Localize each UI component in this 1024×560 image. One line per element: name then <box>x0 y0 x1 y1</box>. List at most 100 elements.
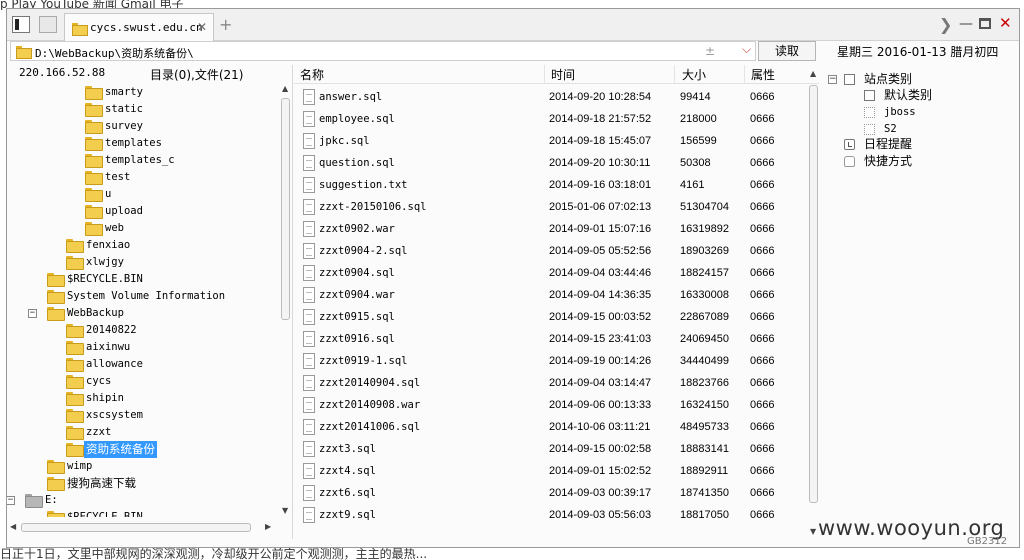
collapse-icon[interactable]: − <box>828 75 837 84</box>
column-divider[interactable] <box>744 65 745 83</box>
new-tab-button[interactable]: + <box>219 15 232 34</box>
column-divider[interactable] <box>674 65 675 83</box>
file-attr: 0666 <box>750 157 775 169</box>
maximize-button[interactable] <box>979 18 991 29</box>
adjust-icon[interactable]: ± <box>705 44 715 58</box>
tree-node-label: test <box>105 171 131 183</box>
folder-icon <box>66 256 84 270</box>
file-name: zzxt20140904.sql <box>319 377 421 389</box>
folder-icon <box>47 290 65 304</box>
tree-node-label: u <box>105 188 112 200</box>
file-time: 2014-09-20 10:30:11 <box>549 157 651 169</box>
folder-icon <box>85 103 103 117</box>
file-time: 2014-09-20 10:28:54 <box>549 91 652 103</box>
file-size: 4161 <box>680 179 705 191</box>
file-size: 156599 <box>680 135 717 147</box>
column-header-attr[interactable]: 属性 <box>751 66 775 83</box>
file-attr: 0666 <box>750 113 775 125</box>
chevron-down-icon[interactable]: ⌵ <box>742 42 751 57</box>
file-name: zzxt3.sql <box>319 443 376 455</box>
file-row[interactable]: zzxt20140908.war 2014-09-06 00:13:33 16324… <box>294 394 807 416</box>
file-row[interactable]: jpkc.sql 2014-09-18 15:45:07 156599 0666 <box>294 130 807 152</box>
file-icon <box>303 89 315 105</box>
file-name: zzxt0904-2.sql <box>319 245 408 257</box>
collapse-icon[interactable]: − <box>28 309 37 318</box>
file-row[interactable]: answer.sql 2014-09-20 10:28:54 99414 0666 <box>294 86 807 108</box>
file-icon <box>303 485 315 501</box>
column-divider[interactable] <box>544 65 545 83</box>
file-row[interactable]: zzxt0919-1.sql 2014-09-19 00:14:26 3444049… <box>294 350 807 372</box>
file-size: 18823766 <box>680 377 729 389</box>
file-icon <box>303 507 315 523</box>
file-icon <box>303 111 315 127</box>
scroll-down-icon[interactable]: ▼ <box>282 506 288 515</box>
scrollbar-thumb[interactable] <box>281 98 290 320</box>
site-icon <box>864 124 875 135</box>
file-row[interactable]: zzxt9.sql 2014-09-03 05:56:03 18817050 0666 <box>294 504 807 526</box>
file-row[interactable]: employee.sql 2014-09-18 21:57:52 218000 066… <box>294 108 807 130</box>
tree-node-label: 搜狗高速下载 <box>67 476 136 490</box>
file-attr: 0666 <box>750 465 775 477</box>
folder-icon <box>66 324 84 338</box>
file-row[interactable]: suggestion.txt 2014-09-16 03:18:01 4161 066… <box>294 174 807 196</box>
file-row[interactable]: zzxt0904-2.sql 2014-09-05 05:52:56 1890326… <box>294 240 807 262</box>
file-size: 16319892 <box>680 223 729 235</box>
file-time: 2014-09-06 00:13:33 <box>549 399 652 411</box>
file-row[interactable]: zzxt-20150106.sql 2015-01-06 07:02:13 5130… <box>294 196 807 218</box>
scrollbar-thumb[interactable] <box>21 523 251 532</box>
file-name: suggestion.txt <box>319 179 408 191</box>
file-row[interactable]: zzxt3.sql 2014-09-15 00:02:58 18883141 0666 <box>294 438 807 460</box>
site-icon <box>864 107 875 118</box>
path-input[interactable]: D:\WebBackup\资助系统备份\ ± ⌵ <box>10 41 756 61</box>
file-row[interactable]: zzxt20140904.sql 2014-09-04 03:14:47 18823… <box>294 372 807 394</box>
column-header-name[interactable]: 名称 <box>300 66 324 83</box>
file-attr: 0666 <box>750 443 775 455</box>
file-attr: 0666 <box>750 399 775 411</box>
file-row[interactable]: zzxt0915.sql 2014-09-15 00:03:52 22867089 0… <box>294 306 807 328</box>
read-button[interactable]: 读取 <box>758 41 816 61</box>
file-row[interactable]: question.sql 2014-09-20 10:30:11 50308 0666 <box>294 152 807 174</box>
column-header-size[interactable]: 大小 <box>682 66 706 83</box>
sidebar-toggle-button[interactable] <box>12 16 30 33</box>
scroll-left-icon[interactable]: ◀ <box>10 522 16 531</box>
file-row[interactable]: zzxt0904.sql 2014-09-04 03:44:46 18824157 0… <box>294 262 807 284</box>
file-name: zzxt0919-1.sql <box>319 355 408 367</box>
scroll-right-icon[interactable]: ▶ <box>265 522 271 531</box>
file-row[interactable]: zzxt20141006.sql 2014-10-06 03:11:21 48495… <box>294 416 807 438</box>
scroll-up-icon[interactable]: ▲ <box>282 84 288 93</box>
file-list-scrollbar[interactable]: ▲ ▼ <box>808 65 819 539</box>
chevron-right-icon[interactable]: ❯ <box>939 15 952 34</box>
file-time: 2014-09-04 14:36:35 <box>549 289 652 301</box>
address-row: D:\WebBackup\资助系统备份\ ± ⌵ 读取 星期三 2016-01-… <box>7 41 1019 63</box>
tree-horizontal-scrollbar[interactable]: ◀ ▶ <box>7 521 277 533</box>
tab-cycs[interactable]: cycs.swust.edu.cn ✕ <box>64 13 214 41</box>
folder-icon <box>16 46 32 59</box>
tab-bar: cycs.swust.edu.cn ✕ + ❯ — ✕ <box>7 9 1019 41</box>
minimize-button[interactable]: — <box>959 16 973 32</box>
tab-close-icon[interactable]: ✕ <box>197 20 207 34</box>
file-name: answer.sql <box>319 91 383 103</box>
file-row[interactable]: zzxt4.sql 2014-09-01 15:02:52 18892911 0666 <box>294 460 807 482</box>
folder-icon <box>66 341 84 355</box>
file-icon <box>303 463 315 479</box>
scroll-down-icon[interactable]: ▼ <box>810 527 816 536</box>
file-attr: 0666 <box>750 223 775 235</box>
file-name: zzxt9.sql <box>319 509 376 521</box>
collapse-icon[interactable]: − <box>7 496 15 505</box>
blank-tab-button[interactable] <box>39 16 57 33</box>
tree-node-label: 20140822 <box>86 324 137 336</box>
tree-vertical-scrollbar[interactable]: ▲ ▼ <box>279 84 291 517</box>
file-name: zzxt4.sql <box>319 465 376 477</box>
file-row[interactable]: zzxt0902.war 2014-09-01 15:07:16 16319892 0… <box>294 218 807 240</box>
file-row[interactable]: zzxt6.sql 2014-09-03 00:39:17 18741350 0666 <box>294 482 807 504</box>
tree-node-label: xscsystem <box>86 409 143 421</box>
file-time: 2014-09-05 05:52:56 <box>549 245 652 257</box>
scrollbar-thumb[interactable] <box>809 85 818 503</box>
file-time: 2014-09-15 00:02:58 <box>549 443 652 455</box>
column-header-time[interactable]: 时间 <box>551 66 575 83</box>
close-button[interactable]: ✕ <box>999 14 1012 32</box>
file-row[interactable]: zzxt0916.sql 2014-09-15 23:41:03 24069450 0… <box>294 328 807 350</box>
scroll-up-icon[interactable]: ▲ <box>810 69 816 78</box>
file-row[interactable]: zzxt0904.war 2014-09-04 14:36:35 16330008 0… <box>294 284 807 306</box>
file-list-pane: 名称 时间 大小 属性 answer.sql 2014-09-20 10:28:5… <box>294 65 819 539</box>
